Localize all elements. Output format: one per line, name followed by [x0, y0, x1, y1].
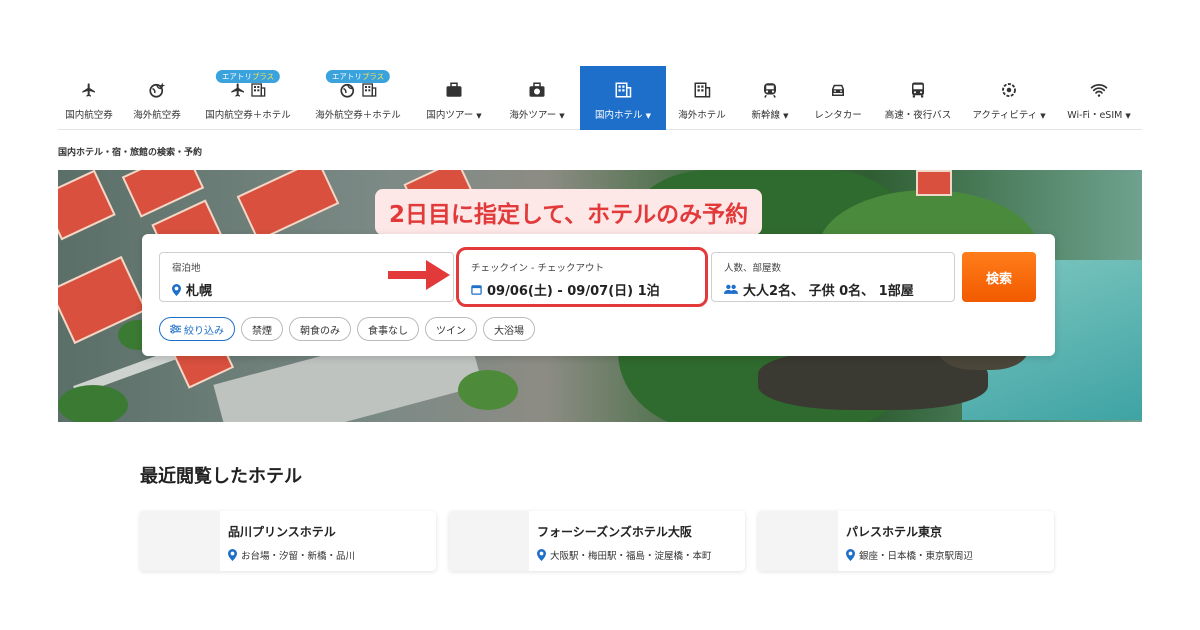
- hotel-icon: [614, 79, 632, 101]
- plane-icon: [81, 79, 97, 101]
- chevron-down-icon: ▼: [783, 112, 789, 120]
- hotel-name: 品川プリンスホテル: [228, 525, 336, 539]
- people-icon: [724, 284, 738, 294]
- filter-chip-non-smoking[interactable]: 禁煙: [241, 317, 283, 341]
- chevron-down-icon: ▼: [476, 112, 482, 120]
- car-icon: [829, 79, 847, 101]
- recent-hotel-card[interactable]: 品川プリンスホテル お台場・汐留・新橋・品川: [140, 511, 436, 571]
- nav-label: 新幹線 ▼: [751, 110, 789, 121]
- hotel-name: フォーシーズンズホテル大阪: [537, 525, 692, 539]
- hotel-area: 大阪駅・梅田駅・福島・淀屋橋・本町: [550, 551, 712, 562]
- nav-label: 国内ホテル ▼: [595, 110, 651, 121]
- nav-item-domestic-tours[interactable]: 国内ツアー ▼: [414, 66, 494, 130]
- recent-hotel-card[interactable]: パレスホテル東京 銀座・日本橋・東京駅周辺: [758, 511, 1054, 571]
- breadcrumb: 国内ホテル・宿・旅館の検索・予約: [58, 148, 203, 158]
- hotel-thumbnail: [140, 511, 220, 571]
- bus-icon: [909, 79, 927, 101]
- dates-label: チェックイン - チェックアウト: [471, 263, 604, 274]
- hotel-area: お台場・汐留・新橋・品川: [241, 551, 356, 562]
- guests-value: 大人2名、 子供 0名、 1部屋: [743, 284, 914, 299]
- filter-chip-large-bath[interactable]: 大浴場: [483, 317, 535, 341]
- nav-label: Wi-Fi・eSIM ▼: [1067, 110, 1131, 121]
- nav-label: 海外航空券: [133, 110, 181, 121]
- filter-button[interactable]: 絞り込み: [159, 317, 235, 341]
- nav-label: 高速・夜行バス: [884, 110, 952, 121]
- wifi-icon: [1090, 79, 1108, 101]
- airtrip-plus-badge: エアトリプラス: [215, 70, 281, 83]
- chevron-down-icon: ▼: [1040, 112, 1046, 120]
- calendar-icon: [471, 285, 482, 295]
- nav-item-overseas-hotels[interactable]: 海外ホテル: [666, 66, 738, 130]
- hotel-thumbnail: [449, 511, 529, 571]
- location-pin-icon: [228, 549, 237, 561]
- building-icon: [693, 79, 711, 101]
- red-arrow-icon: [388, 260, 450, 290]
- nav-item-overseas-flight-hotel[interactable]: エアトリプラス 海外航空券＋ホテル: [302, 66, 414, 130]
- nav-item-overseas-tours[interactable]: 海外ツアー ▼: [494, 66, 580, 130]
- filter-chip-twin[interactable]: ツイン: [425, 317, 477, 341]
- hotel-search-card: 宿泊地 札幌 チェックイン - チェックアウト 09/06(土) - 09/07…: [142, 234, 1055, 356]
- globe-plane-icon: [148, 79, 166, 101]
- nav-item-shinkansen[interactable]: 新幹線 ▼: [738, 66, 802, 130]
- nav-item-highway-bus[interactable]: 高速・夜行バス: [874, 66, 962, 130]
- nav-item-wifi-esim[interactable]: Wi-Fi・eSIM ▼: [1056, 66, 1142, 130]
- hotel-thumbnail: [758, 511, 838, 571]
- nav-item-activities[interactable]: アクティビティ ▼: [962, 66, 1056, 130]
- nav-label: レンタカー: [814, 110, 862, 121]
- nav-label: 海外ホテル: [678, 110, 726, 121]
- guests-label: 人数、部屋数: [724, 263, 782, 274]
- nav-label: 国内ツアー ▼: [426, 110, 482, 121]
- suitcase-icon: [445, 79, 463, 101]
- nav-label: 国内航空券＋ホテル: [205, 110, 291, 121]
- nav-label: アクティビティ ▼: [972, 110, 1046, 121]
- nav-label: 国内航空券: [65, 110, 113, 121]
- filter-sliders-icon: [170, 324, 181, 334]
- filter-chip-no-meals[interactable]: 食事なし: [357, 317, 419, 341]
- location-pin-icon: [846, 549, 855, 561]
- nav-label: 海外航空券＋ホテル: [315, 110, 401, 121]
- dates-value: 09/06(土) - 09/07(日) 1泊: [487, 284, 660, 299]
- destination-value: 札幌: [186, 284, 213, 299]
- filter-chip-breakfast-only[interactable]: 朝食のみ: [289, 317, 351, 341]
- nav-item-rental-car[interactable]: レンタカー: [802, 66, 874, 130]
- nav-item-overseas-flights[interactable]: 海外航空券: [120, 66, 194, 130]
- hotel-name: パレスホテル東京: [846, 525, 943, 539]
- location-pin-icon: [172, 283, 181, 296]
- recent-hotels-title: 最近閲覧したホテル: [140, 466, 302, 487]
- annotation-callout: 2日目に指定して、ホテルのみ予約: [375, 189, 763, 235]
- airtrip-plus-badge: エアトリプラス: [325, 70, 391, 83]
- guests-rooms-field[interactable]: 人数、部屋数 大人2名、 子供 0名、 1部屋: [711, 252, 955, 302]
- nav-item-domestic-hotels[interactable]: 国内ホテル ▼: [580, 66, 666, 130]
- activity-icon: [1000, 79, 1018, 101]
- recent-hotel-card[interactable]: フォーシーズンズホテル大阪 大阪駅・梅田駅・福島・淀屋橋・本町: [449, 511, 745, 571]
- location-pin-icon: [537, 549, 546, 561]
- category-nav: 国内航空券 海外航空券 エアトリプラス 国内航空券＋ホテル エアトリプラス 海外…: [58, 66, 1142, 130]
- search-button[interactable]: 検索: [962, 252, 1036, 302]
- filter-chips: 絞り込み 禁煙 朝食のみ 食事なし ツイン 大浴場: [159, 317, 535, 341]
- checkin-checkout-field[interactable]: チェックイン - チェックアウト 09/06(土) - 09/07(日) 1泊: [456, 247, 708, 307]
- nav-label: 海外ツアー ▼: [509, 110, 565, 121]
- chevron-down-icon: ▼: [645, 112, 651, 120]
- chevron-down-icon: ▼: [1125, 112, 1131, 120]
- train-icon: [761, 79, 779, 101]
- chevron-down-icon: ▼: [559, 112, 565, 120]
- nav-item-domestic-flight-hotel[interactable]: エアトリプラス 国内航空券＋ホテル: [194, 66, 302, 130]
- nav-item-domestic-flights[interactable]: 国内航空券: [58, 66, 120, 130]
- suitcase-globe-icon: [528, 79, 546, 101]
- hotel-area: 銀座・日本橋・東京駅周辺: [859, 551, 974, 562]
